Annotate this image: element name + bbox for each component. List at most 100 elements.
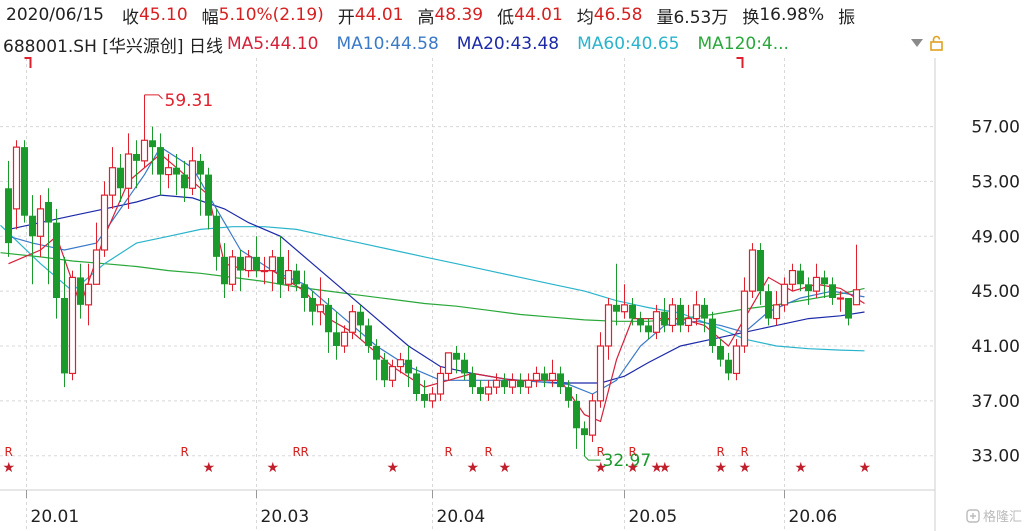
candle-body — [29, 215, 36, 237]
candle-body — [100, 194, 109, 251]
candle-body — [388, 365, 397, 381]
candle — [301, 270, 308, 312]
candle — [668, 298, 677, 333]
star-marker: ★ — [859, 460, 872, 476]
candle-body — [365, 325, 372, 346]
y-tick-label: 53.00 — [971, 172, 1020, 192]
candle-body — [444, 352, 453, 375]
candle — [845, 298, 852, 326]
candle — [709, 311, 716, 353]
candle-body — [140, 139, 149, 162]
candle-body — [532, 372, 541, 381]
candle-body — [461, 359, 468, 374]
candle — [508, 373, 517, 394]
r-marker: R — [301, 445, 309, 459]
candle — [444, 352, 453, 381]
candle — [637, 311, 644, 333]
candle — [205, 167, 212, 230]
candle-body — [181, 174, 188, 189]
candle-body — [293, 270, 300, 285]
candle — [812, 263, 821, 298]
candle — [333, 311, 340, 360]
candle — [100, 181, 109, 257]
candle-body — [77, 277, 84, 305]
candle — [684, 304, 693, 333]
x-tick-label: 20.03 — [261, 507, 310, 527]
candle-body — [197, 160, 204, 175]
candle — [373, 339, 380, 381]
star-marker: ★ — [659, 460, 672, 476]
candle-body — [484, 386, 493, 395]
candle — [725, 352, 732, 381]
candle-body — [852, 289, 861, 306]
candle-body — [596, 345, 605, 402]
r-marker: R — [629, 445, 637, 459]
candle — [188, 147, 197, 196]
y-tick-label: 57.00 — [971, 118, 1020, 138]
candle — [492, 373, 501, 394]
candle-body — [692, 304, 701, 320]
candle-body — [492, 379, 501, 388]
candle-body — [277, 256, 284, 285]
x-tick-label: 20.05 — [629, 507, 678, 527]
candle — [92, 222, 101, 285]
candle-body — [268, 256, 277, 272]
candle — [61, 256, 68, 388]
star-marker: ★ — [387, 460, 400, 476]
candle-body — [645, 325, 652, 333]
watermark: 格隆汇 — [966, 506, 1022, 525]
candle-body — [732, 345, 741, 375]
candle — [68, 270, 77, 381]
candle-body — [501, 380, 508, 388]
candle — [557, 366, 564, 394]
candle-body — [228, 256, 237, 285]
r-marker: R — [485, 445, 493, 459]
candle — [805, 277, 812, 305]
candle-body — [620, 304, 629, 313]
high-leader-line — [144, 94, 163, 100]
candle — [309, 291, 316, 326]
candle — [316, 277, 325, 326]
candle-body — [812, 276, 821, 292]
candle-body — [588, 400, 597, 436]
star-marker: ★ — [627, 460, 640, 476]
candle-body — [581, 428, 588, 436]
candle — [517, 373, 524, 394]
candle — [677, 298, 684, 333]
candle — [524, 373, 533, 394]
candle — [325, 298, 332, 353]
candle-body — [244, 256, 253, 272]
candle — [573, 394, 580, 449]
r-marker: R — [445, 445, 453, 459]
candle-body — [845, 298, 852, 319]
candle-body — [92, 249, 101, 285]
candle — [581, 421, 588, 457]
candle-body — [548, 372, 557, 381]
y-tick-label: 49.00 — [971, 227, 1020, 247]
candle — [12, 140, 21, 230]
candle — [748, 243, 757, 298]
candle — [108, 147, 117, 209]
candle — [140, 94, 149, 168]
candle-body — [108, 167, 117, 196]
candle-body — [124, 153, 133, 189]
candle-body — [325, 304, 332, 333]
x-tick-label: 20.04 — [437, 507, 486, 527]
candle-body — [133, 154, 140, 161]
star-marker: ★ — [595, 460, 608, 476]
ma5-line — [8, 153, 865, 423]
candle — [596, 332, 605, 408]
period-marker — [24, 57, 32, 68]
candle-body — [677, 304, 684, 326]
candle-body — [477, 387, 484, 394]
candle-body — [469, 373, 476, 388]
candle — [484, 380, 493, 401]
candle — [228, 250, 237, 292]
r-marker: R — [5, 445, 13, 459]
candle-body — [173, 167, 180, 175]
candle — [253, 236, 260, 278]
candle — [477, 380, 484, 401]
candle-body — [221, 256, 228, 285]
candle — [260, 256, 269, 285]
candle-body — [5, 188, 12, 244]
